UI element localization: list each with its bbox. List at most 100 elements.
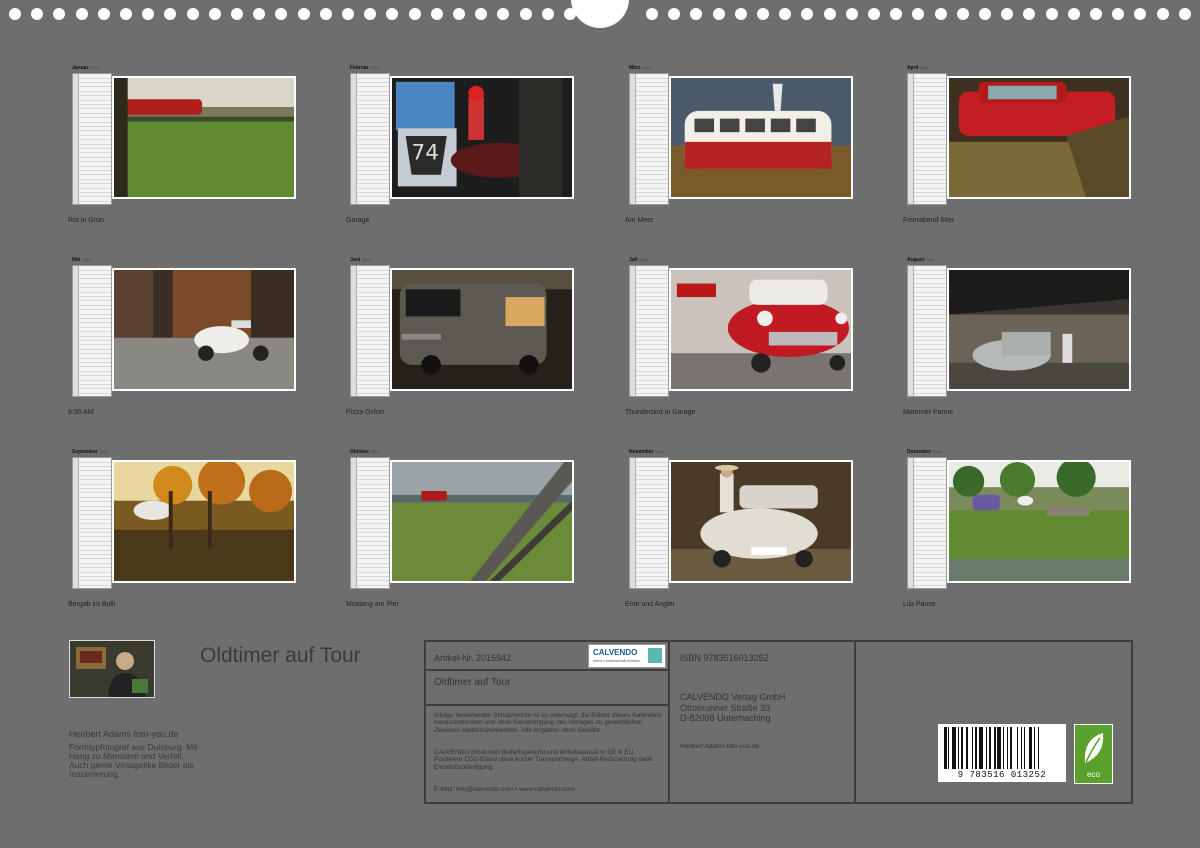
binding-hole <box>142 8 155 20</box>
month-photo <box>112 460 296 583</box>
month-label: Mai <box>72 257 81 263</box>
isbn: ISBN 9783516013252 <box>680 653 769 663</box>
barcode-bar <box>994 727 996 769</box>
month-page: November 2026 Ente und Angler <box>625 449 865 619</box>
binding-hole <box>386 8 399 20</box>
barcode-bar <box>1016 727 1019 769</box>
svg-text:74: 74 <box>412 140 439 165</box>
binding-hole <box>231 8 243 20</box>
month-name: Oktober 2026 <box>350 449 379 455</box>
day-grid <box>907 265 947 397</box>
month-label: August <box>907 257 925 263</box>
month-label: Januar <box>72 65 89 71</box>
barcode-bar <box>1009 727 1013 769</box>
month-page: Juni 2026 Pizza Oxfort <box>346 257 586 427</box>
month-label: Juli <box>629 257 638 263</box>
month-photo <box>947 76 1131 199</box>
binding-hole <box>364 8 377 20</box>
publisher-street: Ottobrunner Straße 39 <box>680 703 771 713</box>
publisher-city: D-82008 Unterhaching <box>680 713 771 723</box>
binding-hole <box>297 8 310 20</box>
month-year: 2026 <box>641 65 651 70</box>
binding-hole <box>408 8 421 20</box>
binding-hole <box>53 8 66 20</box>
binding-hole <box>541 8 554 20</box>
month-name: August 2026 <box>907 257 935 263</box>
binding-hole <box>1112 8 1125 20</box>
month-year: 2026 <box>361 257 371 262</box>
binding-hole <box>956 8 969 20</box>
binding-hole <box>801 8 814 20</box>
barcode-bar <box>979 727 983 769</box>
barcode-digits: 9 783516 013252 <box>957 770 1047 780</box>
month-name: März 2026 <box>629 65 651 71</box>
month-label: September <box>72 449 98 455</box>
barcode: 9 783516 013252 <box>938 724 1066 782</box>
eco-badge: eco <box>1074 724 1113 784</box>
binding-hole <box>342 8 354 20</box>
logo-text: CALVENDO <box>593 648 638 657</box>
month-name: November 2026 <box>629 449 664 455</box>
barcode-bar <box>997 727 1002 769</box>
photo-credit: Heribert Adams foto-you.de <box>680 743 760 750</box>
month-page: Juli 2026 Thunderbird in Garage <box>625 257 865 427</box>
month-photo <box>112 76 296 199</box>
month-year: 2026 <box>932 449 942 454</box>
article-number: Artikel-Nr. 2015942 <box>434 653 512 663</box>
binding-hole <box>75 8 88 20</box>
day-grid <box>629 73 669 205</box>
month-page: Oktober 2026 Mustang am Pier <box>346 449 586 619</box>
month-year: 2026 <box>370 449 380 454</box>
binding-hole <box>430 8 443 20</box>
binding-hole <box>1067 8 1080 20</box>
binding-hole <box>1001 8 1014 20</box>
photo-caption: Am Meer <box>625 217 654 224</box>
hanger-notch <box>571 0 629 28</box>
day-grid <box>72 457 112 589</box>
binding-hole <box>1156 8 1169 20</box>
month-year: 2026 <box>81 257 91 262</box>
month-label: April <box>907 65 919 71</box>
photo-caption: Bergab im Bulli <box>68 601 116 608</box>
binding-hole <box>319 8 332 20</box>
barcode-bar <box>1007 727 1009 769</box>
day-grid <box>72 73 112 205</box>
day-grid <box>629 457 669 589</box>
binding-hole <box>890 8 903 20</box>
month-page: April 2026 Feierabend 66er <box>903 65 1143 235</box>
binding-hole <box>497 8 510 20</box>
binding-hole <box>120 8 132 20</box>
photo-caption: Lila Pause <box>903 601 936 608</box>
barcode-bar <box>1037 727 1040 769</box>
binding-hole <box>934 8 947 20</box>
calendar-title: Oldtimer auf Tour <box>200 644 361 667</box>
binding-hole <box>646 8 658 20</box>
logo-subtext: mehr Leidenschaft erleben <box>593 658 641 663</box>
binding-hole <box>823 8 836 20</box>
month-photo <box>669 268 853 391</box>
month-photo <box>669 76 853 199</box>
photo-caption: Mustang am Pier <box>346 601 399 608</box>
month-label: Oktober <box>350 449 370 455</box>
binding-hole <box>1090 8 1102 20</box>
month-year: 2026 <box>925 257 935 262</box>
binding-hole <box>1045 8 1058 20</box>
day-grid <box>350 73 390 205</box>
month-name: Mai 2026 <box>72 257 91 263</box>
month-year: 2026 <box>99 449 109 454</box>
month-page: Februar 2026 74 Garage <box>346 65 586 235</box>
photo-caption: Materner Panne <box>903 409 954 416</box>
rights-notice: Infolge bestehender Schutzrechte ist es … <box>434 712 662 734</box>
binding-hole <box>668 8 681 20</box>
day-grid <box>907 73 947 205</box>
month-photo <box>669 460 853 583</box>
month-label: März <box>629 65 641 71</box>
binding-hole <box>186 8 199 20</box>
month-page: Mai 2026 8:30 AM <box>68 257 308 427</box>
month-page: März 2026 Am Meer <box>625 65 865 235</box>
month-photo: 74 <box>390 76 574 199</box>
barcode-bar <box>972 727 974 769</box>
month-year: 2026 <box>919 65 929 70</box>
month-photo <box>112 268 296 391</box>
binding-hole <box>757 8 769 20</box>
